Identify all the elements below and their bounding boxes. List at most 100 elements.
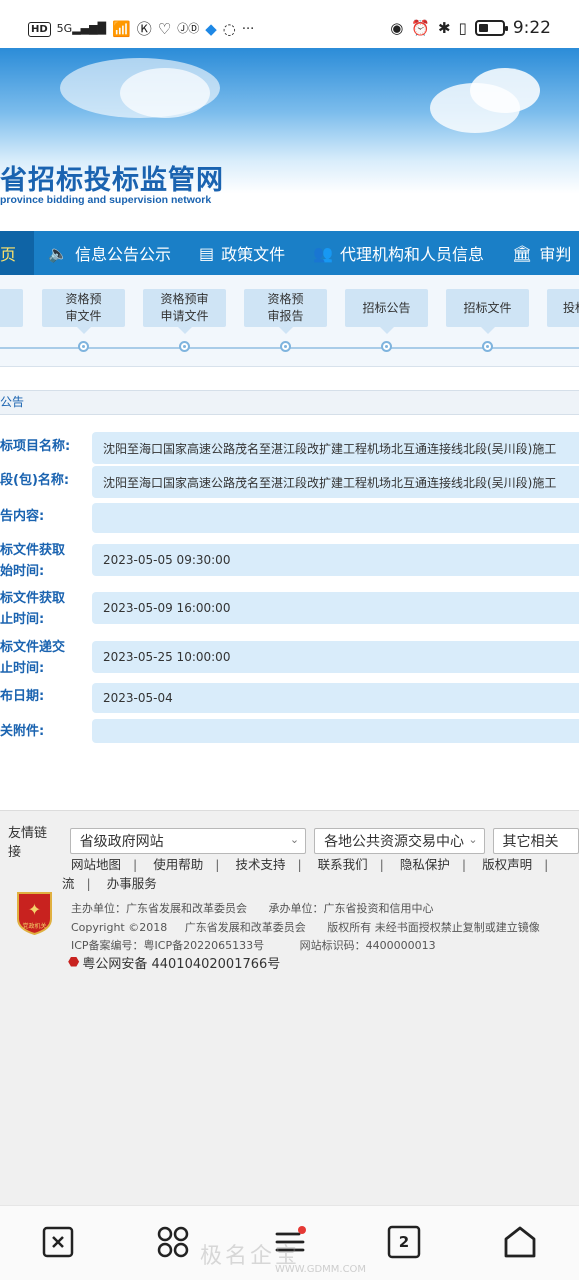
more-icon: ··· <box>241 21 255 37</box>
detail-row-doc-end: 标文件获取 止时间: 2023-05-09 16:00:00 <box>0 588 579 630</box>
nav-app-icon: ◆ <box>205 20 217 38</box>
home-button[interactable] <box>502 1224 538 1260</box>
site-subtitle: province bidding and supervision network <box>0 194 212 206</box>
svg-text:✦: ✦ <box>28 900 41 919</box>
step-dot <box>482 341 493 352</box>
document-icon: ▤ <box>198 243 215 263</box>
apps-button[interactable] <box>155 1224 191 1260</box>
chevron-down-icon: ⌄ <box>289 833 300 846</box>
nav-item-label: 代理机构和人员信息 <box>340 245 485 264</box>
nav-item-agencies[interactable]: 👥 代理机构和人员信息 <box>299 231 498 275</box>
nav-item-notices[interactable]: 🔈 信息公告公示 <box>34 231 185 275</box>
step-tender-notice[interactable]: 招标公告 <box>345 289 428 334</box>
footer-link[interactable]: 版权声明 <box>482 857 532 872</box>
step-dot <box>179 341 190 352</box>
step-dot <box>280 341 291 352</box>
police-record[interactable]: ⬣ 粤公网安备 44010402001766号 <box>68 953 280 972</box>
step-partial[interactable] <box>0 289 23 327</box>
bluetooth-icon: ✱ <box>437 19 451 37</box>
footer-copyright-line: Copyright ©2018 广东省发展和改革委员会 版权所有 未经书面授权禁… <box>71 919 540 935</box>
footer-nav-row: 网站地图 | 使用帮助 | 技术支持 | 联系我们 | 隐私保护 | 版权声明 | <box>71 857 549 872</box>
watermark-url: WWW.GDMM.COM <box>275 1264 367 1275</box>
nav-item-home[interactable]: 页 <box>0 231 35 275</box>
row-label: 布日期: <box>0 689 45 704</box>
select-value: 省级政府网站 <box>79 834 164 850</box>
site-banner: 省招标投标监管网 province bidding and supervisio… <box>0 48 579 230</box>
icp-number[interactable]: ICP备案编号：粤ICP备2022065133号 <box>71 939 264 952</box>
detail-row-doc-start: 标文件获取 始时间: 2023-05-05 09:30:00 <box>0 540 579 582</box>
detail-row-section-name: 段(包)名称: 沈阳至海口国家高速公路茂名至湛江段改扩建工程机场北互通连接线北段… <box>0 466 579 498</box>
chat-icon: ◌ <box>222 20 236 38</box>
section-header: 公告 <box>0 390 579 415</box>
footer-nav: 网站地图 | 使用帮助 | 技术支持 | 联系我们 | 隐私保护 | 版权声明 | 流 | 办… <box>0 855 579 893</box>
footer-link[interactable]: 办事服务 <box>107 876 157 891</box>
row-value: 2023-05-25 10:00:00 <box>92 641 579 673</box>
close-tab-button[interactable] <box>40 1224 76 1260</box>
footer-link[interactable]: 隐私保护 <box>400 857 450 872</box>
select-value: 其它相关 <box>502 834 559 850</box>
footer-icp-line: ICP备案编号：粤ICP备2022065133号 网站标识码：440000001… <box>71 937 436 953</box>
row-value: 沈阳至海口国家高速公路茂名至湛江段改扩建工程机场北互通连接线北段(吴川段)施工 <box>92 466 579 498</box>
step-prequal-docs[interactable]: 资格预 审文件 <box>42 289 125 334</box>
row-value: 2023-05-04 <box>92 683 579 713</box>
cloud-decoration <box>470 68 540 113</box>
app-icon: ♡ <box>157 20 172 38</box>
row-value: 沈阳至海口国家高速公路茂名至湛江段改扩建工程机场北互通连接线北段(吴川段)施工 <box>92 432 579 464</box>
step-tender-docs[interactable]: 招标文件 <box>446 289 529 334</box>
vibrate-icon: ▯ <box>458 19 467 37</box>
step-bid[interactable]: 投标 <box>547 289 579 327</box>
footer-link[interactable]: 技术支持 <box>235 857 285 872</box>
step-prequal-application[interactable]: 资格预审 申请文件 <box>143 289 226 334</box>
wifi-icon: 📶 <box>112 20 131 38</box>
step-label: 招标公告 <box>362 300 411 315</box>
cloud-decoration <box>120 68 210 118</box>
nav-item-policy[interactable]: ▤ 政策文件 <box>185 231 299 275</box>
footer-link[interactable]: 流 <box>62 876 75 891</box>
network-type: 5G <box>56 22 73 35</box>
row-value <box>92 503 579 533</box>
site-title[interactable]: 省招标投标监管网 <box>0 158 224 197</box>
alarm-icon: ⏰ <box>411 19 430 37</box>
copyright-org: 广东省发展和改革委员会 <box>184 921 306 934</box>
host-unit: 主办单位：广东省发展和改革委员会 <box>71 902 247 915</box>
detail-row-notice-content: 告内容: <box>0 503 579 533</box>
process-steps: 资格预 审文件 资格预审 申请文件 资格预 审报告 招标公告 招标文件 投标 <box>0 275 579 367</box>
status-left: HD 5G▂▄▆█ 📶 Ⓚ ♡ ⒿⒹ ◆ ◌ ··· <box>28 20 254 38</box>
battery-fill <box>478 24 489 32</box>
other-links-select[interactable]: 其它相关 <box>492 828 579 854</box>
clock: 9:22 <box>512 18 551 38</box>
nav-item-label: 政策文件 <box>221 245 286 264</box>
status-right: ◉ ⏰ ✱ ▯ 9:22 <box>390 18 551 38</box>
row-label: 标文件递交 止时间: <box>0 640 66 676</box>
section-title: 公告 <box>0 395 25 409</box>
detail-row-publish-date: 布日期: 2023-05-04 <box>0 683 579 713</box>
detail-row-attachments: 关附件: <box>0 719 579 743</box>
close-icon <box>42 1226 74 1258</box>
home-icon <box>504 1226 536 1258</box>
trading-centers-select[interactable]: 各地公共资源交易中心 ⌄ <box>314 828 485 854</box>
step-label: 招标文件 <box>463 300 512 315</box>
footer-link[interactable]: 使用帮助 <box>153 857 203 872</box>
site-footer: 友情链接 省级政府网站 ⌄ 各地公共资源交易中心 ⌄ 其它相关 网站地图 | 使用… <box>0 810 579 1205</box>
battery-icon <box>474 20 508 36</box>
chevron-down-icon: ⌄ <box>468 833 478 846</box>
main-nav: 页 🔈 信息公告公示 ▤ 政策文件 👥 代理机构和人员信息 🏛 审判 <box>0 231 579 275</box>
gov-sites-select[interactable]: 省级政府网站 ⌄ <box>69 828 307 854</box>
undertaker-unit: 承办单位：广东省投资和信用中心 <box>268 902 434 915</box>
footer-link[interactable]: 联系我们 <box>318 857 368 872</box>
site-id: 网站标识码：4400000013 <box>299 939 436 952</box>
police-record-text: 粤公网安备 44010402001766号 <box>82 957 281 972</box>
svg-text:党政机关: 党政机关 <box>22 922 46 930</box>
step-prequal-report[interactable]: 资格预 审报告 <box>244 289 327 334</box>
tabs-button[interactable]: 2 <box>386 1224 422 1260</box>
nav-item-review[interactable]: 🏛 审判 <box>498 231 579 275</box>
row-label: 段(包)名称: <box>0 473 70 488</box>
step-label: 资格预 审文件 <box>65 292 102 323</box>
row-label: 关附件: <box>0 724 45 739</box>
footer-link[interactable]: 网站地图 <box>71 857 121 872</box>
row-value[interactable] <box>92 719 579 743</box>
party-gov-emblem-icon[interactable]: ✦ 党政机关 <box>16 891 53 935</box>
row-label: 标文件获取 止时间: <box>0 591 66 627</box>
footer-nav-row: 流 | 办事服务 <box>62 876 157 891</box>
clover-icon <box>157 1226 189 1258</box>
